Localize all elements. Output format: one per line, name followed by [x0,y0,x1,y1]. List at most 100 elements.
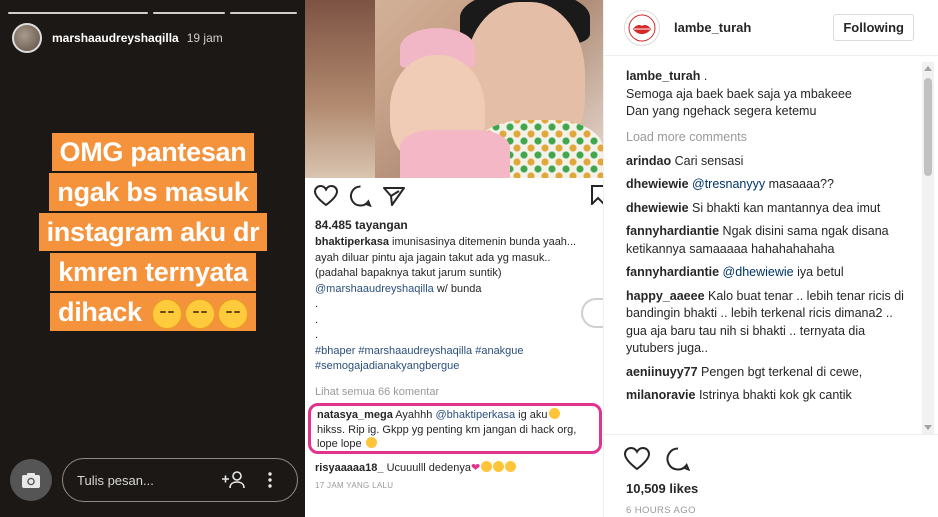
comments-list: lambe_turah . Semoga aja baek baek saja … [604,62,924,434]
caption-dot: . [315,298,319,310]
sad-emoji-icon [217,298,248,329]
loading-spinner [581,298,603,328]
story-text-line: ngak bs masuk [49,173,257,211]
comment: risyaaaaa18_ Ucuuulll dedenya❤ [315,461,517,474]
comment-text: Ucuuulll dedenya [383,462,471,474]
kiss-emoji-icon [505,461,517,472]
comment-username[interactable]: dhewiewie [626,201,689,215]
comment-username[interactable]: dhewiewie [626,177,689,191]
story-reply-bar: Tulis pesan... [10,457,298,503]
story-panel: marshaaudreyshaqilla 19 jam OMG pantesan… [0,0,305,517]
comment-text: masaaaa?? [765,177,834,191]
add-person-button[interactable] [221,469,247,491]
list-item: dhewiewie @tresnanyyy masaaaa?? [626,176,908,194]
list-item: fannyhardiantie Ngak disini sama ngak di… [626,223,908,258]
heart-emoji-icon: ❤ [470,462,481,474]
kiss-emoji-icon [493,461,505,472]
avatar[interactable] [624,9,660,46]
lips-logo-icon [628,14,656,41]
share-icon[interactable] [383,185,405,207]
scroll-up-arrow-icon[interactable] [924,66,932,71]
post-action-bar [624,447,690,471]
view-count: 84.485 tayangan [315,218,408,232]
caption-text: Dan yang ngehack segera ketemu [626,104,817,118]
comment-text: Pengen bgt terkenal di cewe, [697,364,863,379]
post-detail-panel: lambe_turah Following lambe_turah . Semo… [603,0,938,517]
comment-username[interactable]: aeniinuyy77 [626,365,698,379]
comment-username[interactable]: happy_aaeee [626,289,705,303]
story-header: marshaaudreyshaqilla 19 jam [12,23,223,53]
story-text-line: instagram aku dr [38,213,268,251]
post-username[interactable]: lambe_turah [674,20,833,35]
heart-icon[interactable] [624,447,650,471]
comment-username[interactable]: fannyhardiantie [626,224,719,238]
comment-mention[interactable]: @dhewiewie [719,265,794,279]
story-text-line-last: dihack [50,293,256,331]
likes-count[interactable]: 10,509 likes [626,481,698,496]
instagram-post-screenshot: 84.485 tayangan bhaktiperkasa imunisasin… [305,0,603,517]
story-progress-bar [153,12,225,14]
comment-username[interactable]: arindao [626,154,671,168]
caption-hashtags[interactable]: #bhaper #marshaaudreyshaqilla #anakgue #… [315,345,524,373]
caption-mention[interactable]: @marshaaudreyshaqilla [315,283,434,295]
comment-text: Istrinya bhakti kok gk cantik [695,388,852,402]
list-item: arindao Cari sensasi [626,153,908,171]
comment-text: Cari sensasi [671,153,744,168]
avatar[interactable] [12,23,42,53]
following-button[interactable]: Following [833,14,914,41]
comment-username[interactable]: natasya_mega [317,409,393,421]
list-item: happy_aaeee Kalo buat tenar .. lebih ten… [626,288,908,358]
more-options-button[interactable] [257,469,283,491]
bookmark-icon[interactable] [591,185,603,205]
caption-username[interactable]: bhaktiperkasa [315,236,389,248]
load-more-comments-link[interactable]: Load more comments [626,130,924,144]
scroll-down-arrow-icon[interactable] [924,425,932,430]
comment-username[interactable]: risyaaaaa18_ [315,462,384,474]
story-username[interactable]: marshaaudreyshaqilla [52,31,179,45]
comment-text: Si bhakti kan mantannya dea imut [688,200,881,215]
thinking-emoji-icon [184,298,215,329]
list-item: milanoravie Istrinya bhakti kok gk canti… [626,387,908,405]
list-item: dhewiewie Si bhakti kan mantannya dea im… [626,200,908,218]
comment-text: iya betul [793,265,844,279]
scrollbar-thumb[interactable] [924,78,932,176]
list-item: aeniinuyy77 Pengen bgt terkenal di cewe, [626,364,908,382]
comments-scrollbar[interactable] [922,62,934,434]
comment-text: Ayahhh [392,409,436,421]
comment-text: ig aku [515,409,548,421]
more-vertical-icon [268,472,272,488]
comment-icon[interactable] [349,185,372,207]
sweat-emoji-icon [548,408,560,419]
caption-text: w/ bunda [433,282,482,295]
see-all-comments-link[interactable]: Lihat semua 66 komentar [315,386,439,398]
caption-dot: . [315,329,319,341]
comment-username[interactable]: fannyhardiantie [626,265,719,279]
comment-mention[interactable]: @bhaktiperkasa [435,409,515,421]
smirk-emoji-icon [151,298,182,329]
comment-mention[interactable]: @tresnanyyy [689,177,765,191]
camera-button[interactable] [10,459,52,501]
story-text-sticker: OMG pantesan ngak bs masuk instagram aku… [18,132,288,332]
story-progress-bar [8,12,148,14]
post-photo [305,0,603,178]
caption-username[interactable]: lambe_turah [626,69,700,83]
post-action-bar [314,185,603,209]
highlighted-comment: natasya_mega Ayahhh @bhaktiperkasa ig ak… [317,408,589,452]
story-text-line: OMG pantesan [51,133,255,171]
story-progress-bar [230,12,297,14]
story-text-line: dihack [58,297,142,327]
comment-icon[interactable] [666,447,690,471]
comment-username[interactable]: milanoravie [626,388,695,402]
list-item: fannyhardiantie @dhewiewie iya betul [626,264,908,282]
caption-text: . [700,69,708,83]
story-message-input[interactable]: Tulis pesan... [62,458,298,502]
post-timestamp: 6 HOURS AGO [626,505,696,516]
post-caption: bhaktiperkasa imunisasinya ditemenin bun… [315,235,577,375]
story-text-line: kmren ternyata [50,253,256,291]
caption-text: Semoga aja baek baek saja ya mbakeee [626,86,852,101]
heart-icon[interactable] [314,185,338,207]
story-time: 19 jam [186,31,223,45]
kiss-emoji-icon [481,461,493,472]
add-person-icon [222,471,245,489]
kiss-emoji-icon [365,437,377,448]
